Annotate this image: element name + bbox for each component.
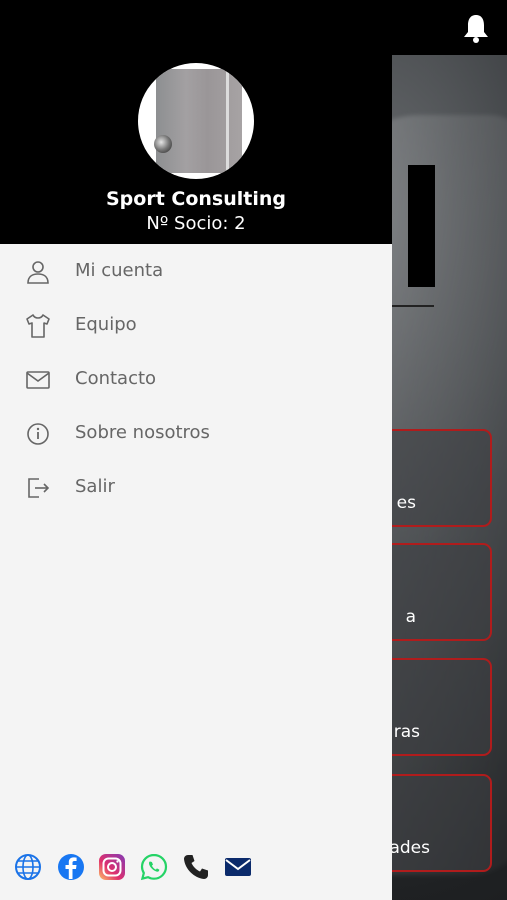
avatar[interactable] — [138, 63, 254, 179]
app-screen: es a ras ades Sport Consulting Nº Socio:… — [0, 0, 507, 900]
navigation-drawer: Sport Consulting Nº Socio: 2 Mi cuenta E… — [0, 0, 392, 900]
avatar-photo-detail — [226, 69, 229, 173]
tile-button[interactable]: a — [378, 543, 492, 641]
menu-item-label: Mi cuenta — [75, 260, 164, 281]
mail-icon — [26, 371, 50, 389]
background-divider — [392, 305, 434, 307]
phone-icon[interactable] — [181, 852, 211, 882]
menu-item-salir[interactable]: Salir — [0, 462, 392, 516]
instagram-icon[interactable] — [97, 852, 127, 882]
tile-button[interactable]: es — [378, 429, 492, 527]
drawer-header: Sport Consulting Nº Socio: 2 — [0, 0, 392, 244]
menu-item-sobre-nosotros[interactable]: Sobre nosotros — [0, 408, 392, 462]
email-icon[interactable] — [223, 852, 253, 882]
profile-name: Sport Consulting — [106, 188, 286, 210]
info-icon — [27, 423, 49, 445]
globe-icon[interactable] — [13, 852, 43, 882]
menu-item-label: Equipo — [75, 314, 137, 335]
menu-item-equipo[interactable]: Equipo — [0, 300, 392, 354]
background-block — [408, 165, 435, 287]
menu-item-label: Salir — [75, 476, 115, 497]
avatar-photo — [156, 69, 242, 173]
menu-item-mi-cuenta[interactable]: Mi cuenta — [0, 246, 392, 300]
social-links — [0, 852, 392, 886]
logout-icon — [28, 478, 50, 498]
bell-icon[interactable] — [462, 13, 490, 43]
facebook-icon[interactable] — [56, 852, 86, 882]
member-number: Nº Socio: 2 — [146, 213, 246, 234]
tile-button[interactable]: ades — [378, 774, 492, 872]
tile-button[interactable]: ras — [378, 658, 492, 756]
avatar-photo-knob — [154, 135, 172, 153]
menu-item-label: Sobre nosotros — [75, 422, 210, 443]
menu-item-contacto[interactable]: Contacto — [0, 354, 392, 408]
drawer-menu: Mi cuenta Equipo Contacto Sobre nosotros… — [0, 246, 392, 516]
user-icon — [27, 261, 49, 284]
whatsapp-icon[interactable] — [139, 852, 169, 882]
shirt-icon — [26, 314, 50, 338]
menu-item-label: Contacto — [75, 368, 157, 389]
